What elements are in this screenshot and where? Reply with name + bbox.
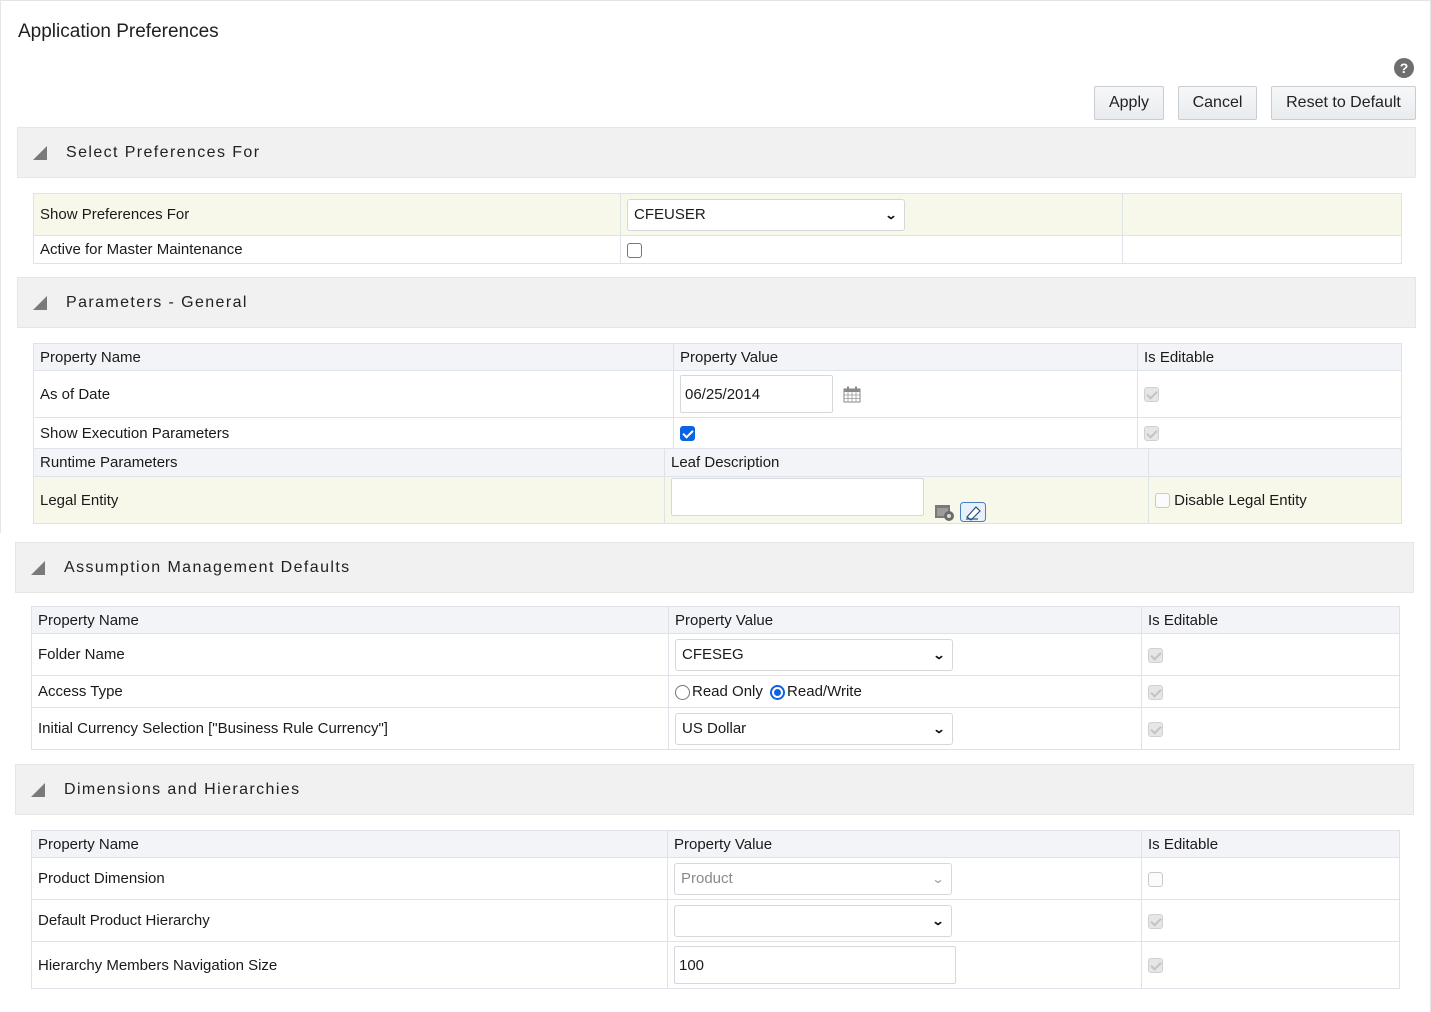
chevron-down-icon: ⌄	[931, 913, 945, 928]
table-row: Legal Entity Disable Legal Entity	[33, 476, 1402, 524]
section-header-parameters-general[interactable]: Parameters - General	[17, 277, 1416, 328]
section-title: Assumption Management Defaults	[64, 558, 351, 576]
table-row: Access Type Read Only Read/Write	[31, 675, 1400, 708]
row-label: Default Product Hierarchy	[31, 899, 668, 942]
is-editable-checkbox	[1144, 387, 1159, 403]
dimensions-hierarchies-table: Property Name Property Value Is Editable…	[31, 830, 1400, 989]
initial-currency-select[interactable]: US Dollar ⌄	[675, 712, 953, 745]
row-label: Show Execution Parameters	[33, 417, 674, 449]
read-write-label: Read/Write	[787, 683, 862, 700]
table-row: Show Execution Parameters	[33, 417, 1402, 449]
calendar-icon[interactable]	[843, 386, 861, 403]
table-header-row: Runtime Parameters Leaf Description	[33, 448, 1402, 477]
select-value: CFESEG	[682, 646, 744, 663]
show-preferences-for-select[interactable]: CFEUSER ⌄	[627, 198, 905, 231]
column-header: Property Value	[667, 830, 1142, 858]
folder-name-select[interactable]: CFESEG ⌄	[675, 638, 953, 671]
table-row: Product Dimension Product ⌄	[31, 857, 1400, 900]
select-value: CFEUSER	[634, 206, 706, 223]
section-title: Select Preferences For	[66, 143, 261, 161]
show-execution-parameters-checkbox[interactable]	[680, 426, 695, 442]
read-write-radio[interactable]	[770, 684, 786, 700]
column-header: Leaf Description	[664, 448, 1149, 477]
table-row: Show Preferences For CFEUSER ⌄	[33, 193, 1402, 236]
row-label: Folder Name	[31, 633, 669, 676]
column-header: Property Value	[673, 343, 1138, 371]
default-product-hierarchy-select[interactable]: ⌄	[674, 904, 952, 937]
column-header: Is Editable	[1141, 830, 1400, 858]
help-icon[interactable]: ?	[1394, 58, 1414, 78]
row-label: Hierarchy Members Navigation Size	[31, 941, 668, 989]
assumption-management-table: Property Name Property Value Is Editable…	[31, 606, 1400, 750]
collapse-triangle-icon[interactable]	[31, 560, 45, 575]
column-header: Property Name	[31, 606, 669, 634]
column-header	[1148, 448, 1402, 477]
chevron-down-icon: ⌄	[932, 647, 946, 662]
select-value: Product	[681, 870, 733, 887]
row-label: Access Type	[31, 675, 669, 708]
apply-button[interactable]: Apply	[1094, 86, 1164, 120]
is-editable-checkbox	[1148, 647, 1163, 663]
collapse-triangle-icon[interactable]	[31, 782, 45, 797]
select-preferences-table: Show Preferences For CFEUSER ⌄ Active fo…	[33, 193, 1402, 264]
column-header: Property Name	[33, 343, 674, 371]
is-editable-checkbox	[1148, 913, 1163, 929]
section-title: Dimensions and Hierarchies	[64, 780, 301, 798]
navigation-size-input[interactable]: 100	[674, 946, 956, 984]
parameters-general-table: Property Name Property Value Is Editable…	[33, 343, 1402, 449]
page-title: Application Preferences	[18, 21, 219, 42]
hierarchy-browser-icon[interactable]	[934, 502, 956, 522]
row-label: Show Preferences For	[33, 193, 621, 236]
is-editable-checkbox	[1148, 721, 1163, 737]
column-header: Is Editable	[1141, 606, 1400, 634]
chevron-down-icon: ⌄	[931, 871, 945, 886]
is-editable-checkbox	[1148, 871, 1163, 887]
table-row: Hierarchy Members Navigation Size 100	[31, 941, 1400, 989]
chevron-down-icon: ⌄	[884, 207, 898, 222]
table-row: Initial Currency Selection ["Business Ru…	[31, 707, 1400, 750]
collapse-triangle-icon[interactable]	[33, 145, 47, 160]
row-label: Initial Currency Selection ["Business Ru…	[31, 707, 669, 750]
reset-to-default-button[interactable]: Reset to Default	[1271, 86, 1416, 120]
table-row: As of Date 06/25/2014	[33, 370, 1402, 418]
runtime-parameters-table: Runtime Parameters Leaf Description Lega…	[33, 448, 1402, 524]
table-row: Active for Master Maintenance	[33, 235, 1402, 264]
read-only-label: Read Only	[692, 683, 763, 700]
is-editable-checkbox	[1144, 426, 1159, 442]
is-editable-checkbox	[1148, 958, 1163, 974]
disable-legal-entity-label: Disable Legal Entity	[1174, 491, 1307, 509]
as-of-date-input[interactable]: 06/25/2014	[680, 375, 833, 413]
legal-entity-input[interactable]	[671, 477, 924, 516]
table-header-row: Property Name Property Value Is Editable	[33, 343, 1402, 371]
column-header: Runtime Parameters	[33, 448, 665, 477]
column-header: Is Editable	[1137, 343, 1402, 371]
column-header: Property Name	[31, 830, 668, 858]
row-label: Product Dimension	[31, 857, 668, 900]
product-dimension-select: Product ⌄	[674, 862, 952, 895]
column-header: Property Value	[668, 606, 1142, 634]
section-header-assumption-management[interactable]: Assumption Management Defaults	[15, 542, 1414, 593]
clear-eraser-icon[interactable]	[960, 502, 987, 523]
collapse-triangle-icon[interactable]	[33, 295, 47, 310]
disable-legal-entity-checkbox[interactable]	[1155, 493, 1170, 509]
row-label: Legal Entity	[33, 476, 665, 524]
section-title: Parameters - General	[66, 293, 248, 311]
table-header-row: Property Name Property Value Is Editable	[31, 830, 1400, 858]
cancel-button[interactable]: Cancel	[1178, 86, 1257, 120]
row-label: As of Date	[33, 370, 674, 418]
is-editable-checkbox	[1148, 684, 1163, 700]
section-header-select-preferences[interactable]: Select Preferences For	[17, 127, 1416, 178]
table-header-row: Property Name Property Value Is Editable	[31, 606, 1400, 634]
table-row: Folder Name CFESEG ⌄	[31, 633, 1400, 676]
read-only-radio[interactable]	[675, 684, 690, 700]
row-label: Active for Master Maintenance	[33, 235, 621, 264]
section-header-dimensions-hierarchies[interactable]: Dimensions and Hierarchies	[15, 764, 1414, 815]
chevron-down-icon: ⌄	[932, 721, 946, 736]
active-master-maintenance-checkbox[interactable]	[627, 242, 642, 258]
table-row: Default Product Hierarchy ⌄	[31, 899, 1400, 942]
select-value: US Dollar	[682, 720, 747, 737]
